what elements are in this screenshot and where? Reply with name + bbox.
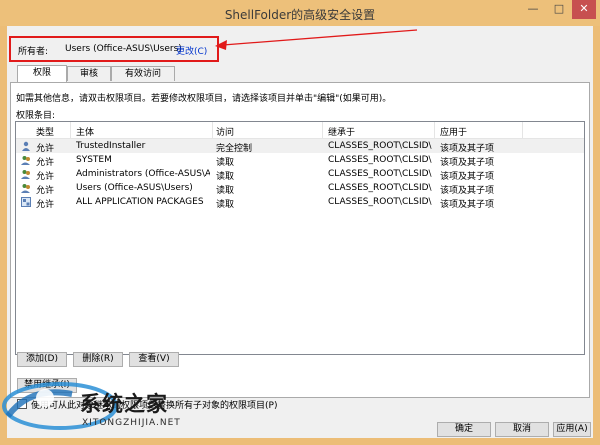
- apply-button[interactable]: 应用(A): [553, 422, 591, 437]
- row-access: 读取: [216, 200, 235, 210]
- row-inherited-from: CLASSES_ROOT\CLSID\{8...: [328, 169, 432, 179]
- maximize-button[interactable]: □: [546, 0, 572, 19]
- permissions-tab-page: 如需其他信息，请双击权限项目。若要修改权限项目，请选择该项目并单击"编辑"(如果…: [10, 82, 590, 398]
- table-row[interactable]: 允许 Users (Office-ASUS\Users) 读取 CLASSES_…: [16, 181, 584, 196]
- add-button[interactable]: 添加(D): [17, 352, 67, 367]
- table-row[interactable]: 允许 SYSTEM 读取 CLASSES_ROOT\CLSID\{8... 该项…: [16, 153, 584, 168]
- security-dialog-window: ShellFolder的高级安全设置 — □ ✕ 所有者: Users (Off…: [0, 0, 600, 445]
- permission-entries-label: 权限条目:: [16, 111, 56, 121]
- cancel-button[interactable]: 取消: [495, 422, 549, 437]
- window-title: ShellFolder的高级安全设置: [224, 8, 376, 22]
- column-header-applies-to[interactable]: 应用于: [440, 125, 467, 138]
- close-button[interactable]: ✕: [572, 0, 596, 19]
- row-principal: SYSTEM: [76, 155, 112, 165]
- user-icon: [22, 141, 30, 151]
- table-row[interactable]: 允许 ALL APPLICATION PACKAGES 读取 CLASSES_R…: [16, 195, 584, 210]
- group-icon: [21, 156, 30, 165]
- column-header-principal[interactable]: 主体: [76, 125, 94, 138]
- row-inherited-from: CLASSES_ROOT\CLSID\{8...: [328, 183, 432, 193]
- row-applies-to: 该项及其子项: [440, 200, 495, 210]
- row-inherited-from: CLASSES_ROOT\CLSID\{8...: [328, 141, 432, 151]
- list-header: 类型 主体 访问 继承于 应用于: [16, 122, 584, 139]
- tab-effective-access[interactable]: 有效访问: [111, 66, 175, 81]
- row-principal: Administrators (Office-ASUS\Ad...: [76, 169, 210, 179]
- column-header-type[interactable]: 类型: [36, 125, 54, 138]
- row-principal: Users (Office-ASUS\Users): [76, 183, 193, 193]
- minimize-button[interactable]: —: [520, 0, 546, 19]
- tab-auditing[interactable]: 审核: [67, 66, 111, 81]
- row-type: 允许: [36, 200, 55, 210]
- group-icon: [21, 184, 30, 193]
- tab-permissions[interactable]: 权限: [17, 65, 67, 82]
- remove-button[interactable]: 删除(R): [73, 352, 123, 367]
- table-row[interactable]: 允许 TrustedInstaller 完全控制 CLASSES_ROOT\CL…: [16, 139, 584, 154]
- instructions-text: 如需其他信息，请双击权限项目。若要修改权限项目，请选择该项目并单击"编辑"(如果…: [16, 94, 392, 104]
- column-header-access[interactable]: 访问: [216, 125, 234, 138]
- table-row[interactable]: 允许 Administrators (Office-ASUS\Ad... 读取 …: [16, 167, 584, 182]
- watermark-url: XITONGZHIJIA.NET: [82, 418, 181, 428]
- watermark-text: 系统之家: [80, 391, 168, 416]
- group-icon: [21, 170, 30, 179]
- row-principal: TrustedInstaller: [76, 141, 146, 151]
- ok-button[interactable]: 确定: [437, 422, 491, 437]
- view-button[interactable]: 查看(V): [129, 352, 179, 367]
- package-icon: [21, 197, 31, 207]
- row-inherited-from: CLASSES_ROOT\CLSID\{8...: [328, 197, 432, 207]
- column-header-inherited-from[interactable]: 继承于: [328, 125, 355, 138]
- row-inherited-from: CLASSES_ROOT\CLSID\{8...: [328, 155, 432, 165]
- row-principal: ALL APPLICATION PACKAGES: [76, 197, 204, 207]
- title-bar[interactable]: ShellFolder的高级安全设置 — □ ✕: [0, 0, 600, 26]
- permission-entries-list[interactable]: 类型 主体 访问 继承于 应用于 允许 TrustedInstaller 完全控…: [15, 121, 585, 355]
